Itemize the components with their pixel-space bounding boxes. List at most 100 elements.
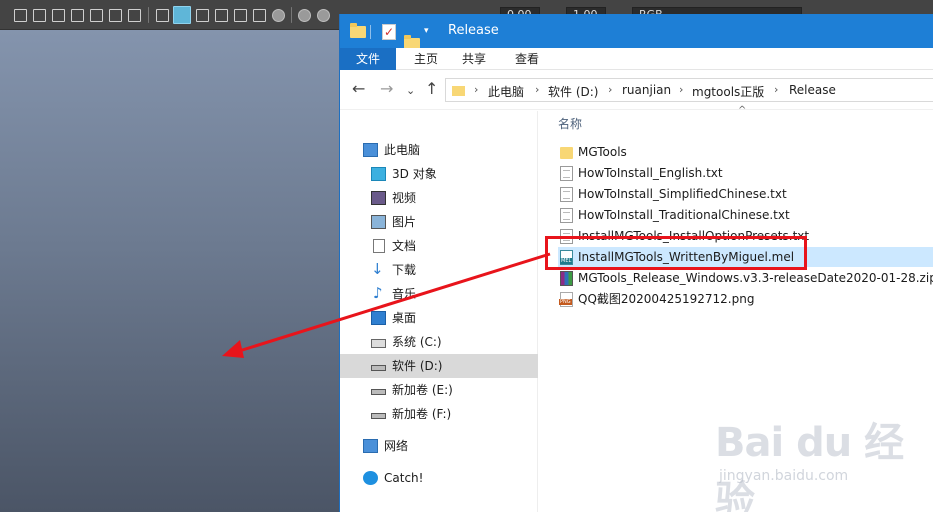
file-row[interactable]: HowToInstall_TraditionalChinese.txt <box>558 205 933 225</box>
motion-blur-icon[interactable] <box>298 9 311 22</box>
use-lights-icon[interactable] <box>234 9 247 22</box>
address-bar[interactable]: › 此电脑 › 软件 (D:) › ruanjian › mgtools正版 ›… <box>445 78 933 102</box>
nav-item-drive-d[interactable]: 软件 (D:) <box>340 354 538 378</box>
wireframe-on-shaded-icon[interactable] <box>196 9 209 22</box>
quick-access-dropdown-icon[interactable]: ▾ <box>424 26 429 36</box>
nav-item-downloads[interactable]: ↓ 下载 <box>340 258 538 282</box>
textured-icon[interactable] <box>215 9 228 22</box>
breadcrumb-separator: › <box>608 83 613 96</box>
forward-arrow-icon[interactable]: → <box>380 81 393 97</box>
file-row[interactable]: MGTools <box>558 142 933 162</box>
nav-item-drive-c[interactable]: 系统 (C:) <box>340 330 538 354</box>
file-name: HowToInstall_TraditionalChinese.txt <box>578 208 790 222</box>
nav-item-desktop[interactable]: 桌面 <box>340 306 538 330</box>
grid-icon[interactable] <box>14 9 27 22</box>
nav-item-label: 系统 (C:) <box>392 335 442 349</box>
smooth-shade-icon[interactable] <box>173 6 191 24</box>
folder-icon <box>350 23 366 38</box>
title-separator <box>370 25 371 39</box>
nav-item-this-pc[interactable]: 此电脑 <box>340 138 538 162</box>
nav-item-music[interactable]: ♪ 音乐 <box>340 282 538 306</box>
nav-item-label: 网络 <box>384 439 409 453</box>
text-file-icon <box>560 208 573 223</box>
nav-item-3d-objects[interactable]: 3D 对象 <box>340 162 538 186</box>
resolution-gate-icon[interactable] <box>52 9 65 22</box>
film-gate-icon[interactable] <box>33 9 46 22</box>
breadcrumb-drive-d[interactable]: 软件 (D:) <box>548 83 598 100</box>
nav-item-label: 3D 对象 <box>392 167 437 181</box>
up-arrow-icon[interactable]: ↑ <box>425 81 438 97</box>
nav-item-drive-f[interactable]: 新加卷 (F:) <box>340 402 538 426</box>
tab-home[interactable]: 主页 <box>400 48 452 70</box>
watermark: Bai du 经验 jingyan.baidu.com <box>715 410 915 512</box>
wireframe-icon[interactable] <box>156 9 169 22</box>
3d-objects-icon <box>371 167 386 181</box>
file-row[interactable]: QQ截图20200425192712.png <box>558 289 933 309</box>
nav-item-pictures[interactable]: 图片 <box>340 210 538 234</box>
file-name: MGTools <box>578 145 627 159</box>
anti-aliasing-icon[interactable] <box>317 9 330 22</box>
file-name: QQ截图20200425192712.png <box>578 292 755 306</box>
file-row[interactable]: MGTools_Release_Windows.v3.3-releaseDate… <box>558 268 933 288</box>
nav-item-label: 文档 <box>392 239 417 253</box>
desktop-icon <box>371 311 386 325</box>
breadcrumb-mgtools[interactable]: mgtools正版 <box>692 83 764 100</box>
safe-title-icon[interactable] <box>128 9 141 22</box>
nav-item-label: 下载 <box>392 263 417 277</box>
field-chart-icon[interactable] <box>90 9 103 22</box>
ambient-occlusion-icon[interactable] <box>272 9 285 22</box>
breadcrumb-ruanjian[interactable]: ruanjian <box>622 83 671 97</box>
text-file-icon <box>560 187 573 202</box>
breadcrumb-separator: › <box>679 83 684 96</box>
breadcrumb-this-pc[interactable]: 此电脑 <box>488 83 524 100</box>
window-title: Release <box>448 23 499 38</box>
archive-icon <box>560 271 573 286</box>
nav-item-documents[interactable]: 文档 <box>340 234 538 258</box>
drive-icon <box>371 413 386 419</box>
nav-item-label: 桌面 <box>392 311 417 325</box>
highlight-box <box>545 236 807 270</box>
breadcrumb-release[interactable]: Release <box>789 83 836 97</box>
system-drive-icon <box>371 339 386 348</box>
column-header-name[interactable]: 名称 <box>558 115 582 132</box>
nav-item-label: 软件 (D:) <box>392 359 443 373</box>
shadows-icon[interactable] <box>253 9 266 22</box>
nav-item-label: 新加卷 (F:) <box>392 407 452 421</box>
nav-item-label: 音乐 <box>392 287 417 301</box>
folder-icon <box>452 86 465 96</box>
navigation-pane: 此电脑 3D 对象 视频 图片 文档 ↓ 下载 ♪ 音乐 桌面 系统 (C:) … <box>340 111 538 512</box>
gate-mask-icon[interactable] <box>71 9 84 22</box>
tab-share[interactable]: 共享 <box>448 48 500 70</box>
title-bar[interactable]: ✓ ▾ Release <box>340 14 933 50</box>
file-row[interactable]: HowToInstall_SimplifiedChinese.txt <box>558 184 933 204</box>
file-row[interactable]: HowToInstall_English.txt <box>558 163 933 183</box>
tab-file[interactable]: 文件 <box>340 48 396 70</box>
file-name: HowToInstall_SimplifiedChinese.txt <box>578 187 787 201</box>
properties-icon[interactable]: ✓ <box>382 24 396 40</box>
nav-item-label: 新加卷 (E:) <box>392 383 453 397</box>
recent-locations-icon[interactable]: ⌄ <box>406 83 415 99</box>
music-icon: ♪ <box>373 284 383 302</box>
tab-view[interactable]: 查看 <box>501 48 553 70</box>
toolbar-separator <box>148 7 149 23</box>
nav-item-drive-e[interactable]: 新加卷 (E:) <box>340 378 538 402</box>
drive-icon <box>371 389 386 395</box>
nav-item-label: 图片 <box>392 215 417 229</box>
toolbar-separator <box>291 7 292 23</box>
nav-item-label: 此电脑 <box>384 143 421 157</box>
nav-item-network[interactable]: 网络 <box>340 434 538 458</box>
file-name: HowToInstall_English.txt <box>578 166 723 180</box>
nav-item-label: Catch! <box>384 471 424 485</box>
nav-item-video[interactable]: 视频 <box>340 186 538 210</box>
back-arrow-icon[interactable]: ← <box>352 81 365 97</box>
nav-item-catch[interactable]: Catch! <box>340 466 538 490</box>
safe-action-icon[interactable] <box>109 9 122 22</box>
folder-icon <box>560 147 573 159</box>
maya-viewport[interactable] <box>0 30 340 512</box>
nav-item-label: 视频 <box>392 191 417 205</box>
ribbon-tabs: 文件 主页 共享 查看 <box>340 48 933 70</box>
drive-icon <box>371 365 386 371</box>
watermark-brand: Bai du 经验 <box>715 420 904 512</box>
navigation-bar: ← → ⌄ ↑ › 此电脑 › 软件 (D:) › ruanjian › mgt… <box>340 70 933 110</box>
catch-icon <box>363 471 378 485</box>
